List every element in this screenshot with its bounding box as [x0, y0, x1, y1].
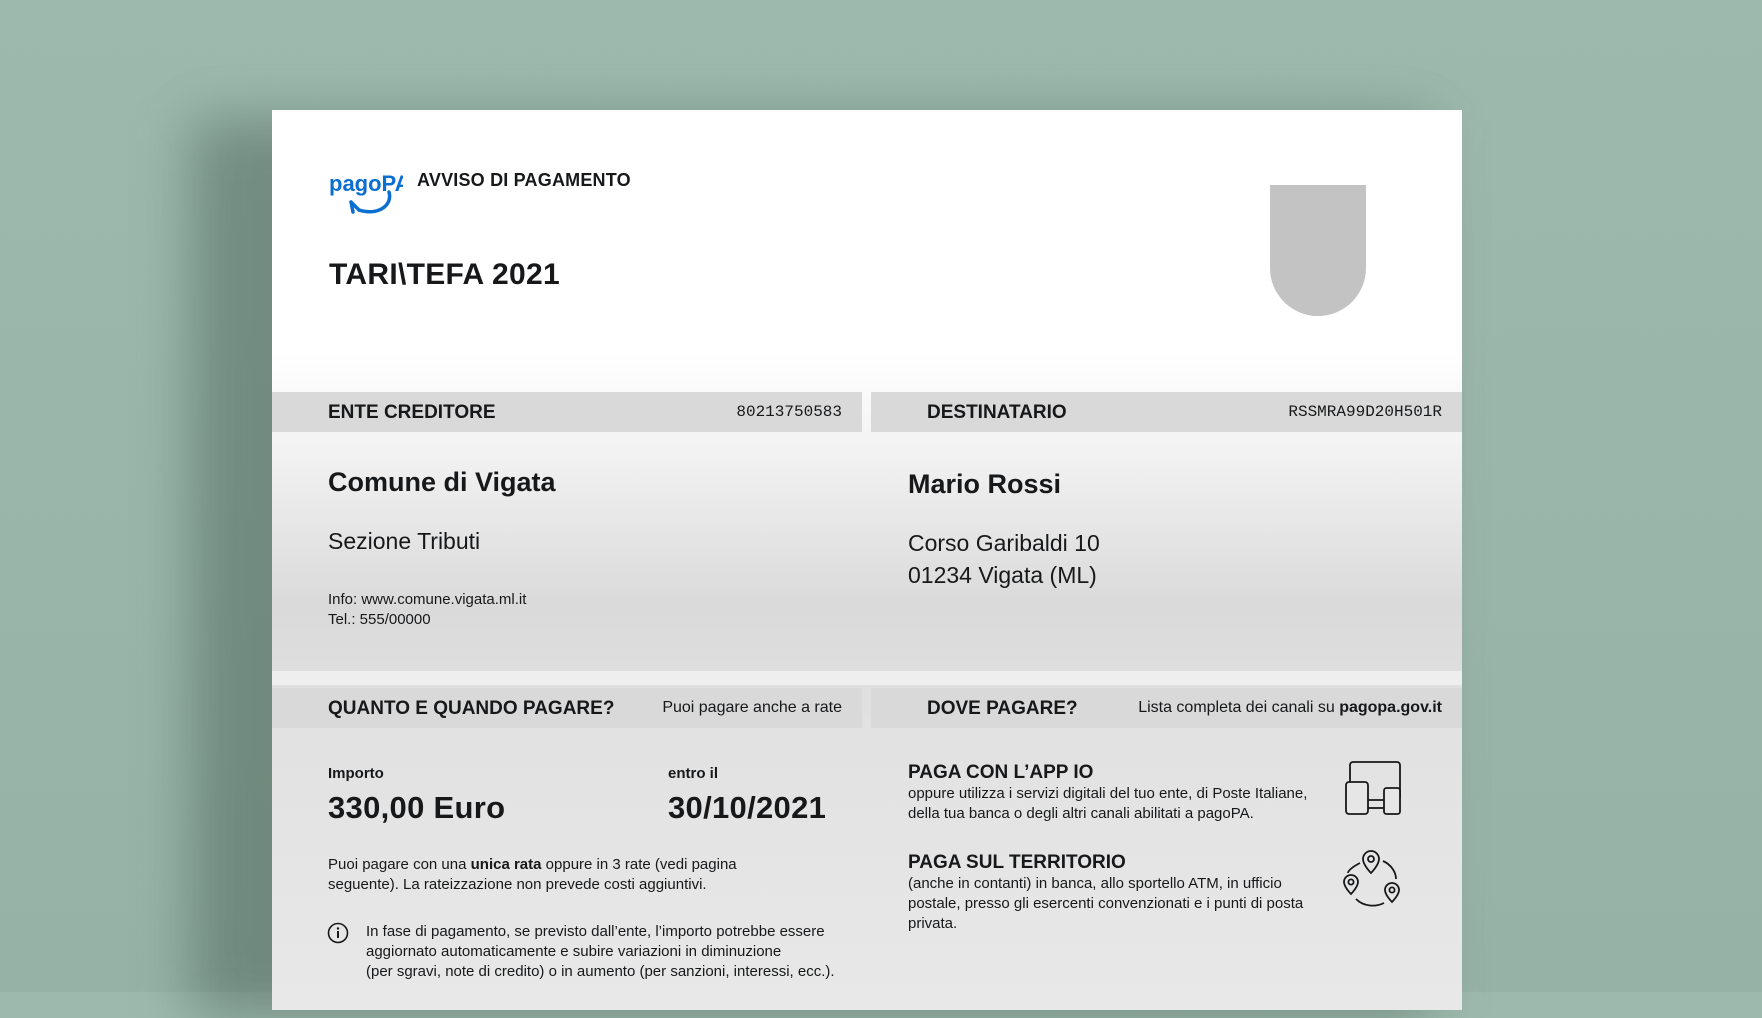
creditor-code: 80213750583 [736, 403, 842, 421]
creditor-header: ENTE CREDITORE 80213750583 [272, 392, 862, 432]
pagopa-site-link[interactable]: pagopa.gov.it [1339, 699, 1442, 716]
due-date-label: entro il [668, 765, 719, 782]
pagopa-logo: pagoPA [329, 166, 411, 216]
section-divider [272, 671, 1462, 685]
creditor-label: ENTE CREDITORE [328, 402, 496, 423]
document-title: TARI\TEFA 2021 [329, 258, 560, 291]
recipient-header: DESTINATARIO RSSMRA99D20H501R [871, 392, 1462, 432]
territory-title: PAGA SUL TERRITORIO [908, 852, 1126, 873]
location-pins-icon [1340, 847, 1404, 911]
devices-icon [1344, 760, 1404, 816]
creditor-name: Comune di Vigata [328, 467, 556, 497]
installments-note: Puoi pagare anche a rate [662, 699, 842, 716]
payment-header: QUANTO E QUANDO PAGARE? Puoi pagare anch… [272, 688, 862, 728]
info-icon [327, 922, 349, 944]
recipient-code: RSSMRA99D20H501R [1288, 403, 1442, 421]
creditor-section: Sezione Tributi [328, 528, 481, 554]
recipient-address-line2: 01234 Vigata (ML) [908, 562, 1097, 588]
payment-notice-document: pagoPA AVVISO DI PAGAMENTO TARI\TEFA 202… [272, 110, 1462, 1010]
recipient-address-line1: Corso Garibaldi 10 [908, 530, 1100, 556]
amount-update-info: In fase di pagamento, se previsto dall’e… [366, 923, 835, 980]
creditor-info: Info: www.comune.vigata.ml.it [328, 591, 527, 608]
app-io-title: PAGA CON L’APP IO [908, 762, 1094, 783]
amount-value: 330,00 Euro [328, 790, 506, 825]
recipient-name: Mario Rossi [908, 469, 1062, 499]
installments-text: Puoi pagare con una unica rata oppure in… [328, 856, 737, 893]
recipient-label: DESTINATARIO [927, 402, 1067, 423]
creditor-tel: Tel.: 555/00000 [328, 611, 431, 628]
channels-note: Lista completa dei canali su pagopa.gov.… [1138, 699, 1442, 716]
notice-title: AVVISO DI PAGAMENTO [417, 170, 631, 190]
territory-description: (anche in contanti) in banca, allo sport… [908, 875, 1304, 932]
app-io-description: oppure utilizza i servizi digitali del t… [908, 785, 1308, 822]
payment-label: QUANTO E QUANDO PAGARE? [328, 698, 615, 719]
amount-label: Importo [328, 765, 384, 782]
svg-text:pagoPA: pagoPA [329, 171, 403, 196]
where-label: DOVE PAGARE? [927, 698, 1078, 719]
due-date-value: 30/10/2021 [668, 790, 827, 825]
where-header: DOVE PAGARE? Lista completa dei canali s… [871, 688, 1462, 728]
crest-placeholder [1270, 185, 1366, 316]
